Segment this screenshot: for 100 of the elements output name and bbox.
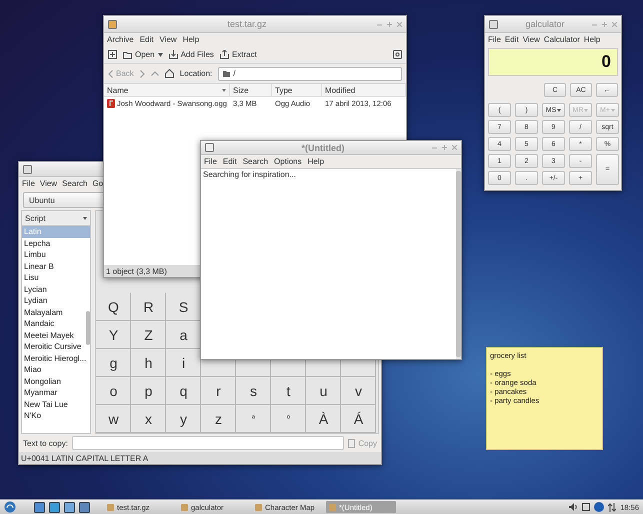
column-header[interactable]: Type — [272, 84, 322, 96]
menu-item[interactable]: Go — [92, 179, 104, 188]
character-cell[interactable]: a — [166, 321, 201, 348]
script-item[interactable]: Meroitic Hierogl... — [22, 352, 90, 364]
character-cell[interactable]: ª — [236, 405, 271, 432]
menu-item[interactable]: View — [40, 179, 58, 188]
character-cell[interactable]: o — [96, 377, 131, 404]
script-item[interactable]: Miao — [22, 364, 90, 376]
script-item[interactable]: Limbu — [22, 249, 90, 260]
folder-icon — [223, 70, 230, 76]
chevron-right-icon[interactable] — [140, 70, 145, 78]
column-header[interactable]: Size — [230, 84, 272, 96]
character-cell[interactable]: À — [306, 405, 341, 432]
maximize-icon[interactable] — [387, 22, 392, 26]
character-cell[interactable]: p — [131, 377, 166, 404]
column-header[interactable]: Modified — [322, 84, 406, 96]
menu-item[interactable]: View — [522, 35, 540, 44]
character-cell[interactable]: Q — [96, 293, 131, 320]
menu-item[interactable]: Edit — [140, 35, 154, 44]
character-cell[interactable]: z — [201, 405, 236, 432]
add-files-button[interactable]: Add Files — [168, 50, 214, 59]
minimize-icon[interactable] — [432, 145, 437, 150]
launcher-icon[interactable] — [64, 502, 75, 512]
tray-down-icon — [168, 50, 178, 59]
text-to-copy-field[interactable] — [72, 436, 344, 450]
character-cell[interactable]: Á — [341, 405, 376, 432]
minimize-icon[interactable] — [592, 22, 597, 26]
character-cell[interactable]: r — [201, 377, 236, 404]
script-dropdown[interactable]: Script — [22, 211, 90, 226]
script-item[interactable]: Meetei Mayek — [22, 330, 90, 341]
menu-item[interactable]: Help — [182, 35, 200, 44]
window-title: galculator — [524, 19, 566, 29]
menu-item[interactable]: Calculator — [544, 35, 580, 44]
volume-icon[interactable] — [569, 503, 578, 511]
minimize-icon[interactable] — [377, 22, 382, 26]
scrollbar-thumb[interactable] — [456, 171, 461, 357]
font-dropdown[interactable]: Ubuntu — [23, 192, 105, 208]
character-cell[interactable]: u — [306, 377, 341, 404]
character-cell[interactable]: R — [131, 293, 166, 320]
character-cell[interactable]: w — [96, 405, 131, 432]
column-header[interactable]: Name — [104, 84, 230, 96]
home-icon[interactable] — [164, 69, 174, 78]
close-icon[interactable] — [612, 22, 617, 26]
launcher-icon[interactable] — [34, 502, 45, 512]
character-cell[interactable]: y — [166, 405, 201, 432]
start-menu-icon[interactable] — [4, 501, 16, 513]
character-cell[interactable]: x — [131, 405, 166, 432]
character-cell[interactable]: v — [341, 377, 376, 404]
menu-item[interactable]: File — [22, 179, 35, 188]
character-cell[interactable]: h — [131, 349, 166, 376]
character-cell[interactable]: º — [271, 405, 306, 432]
scrollbar-thumb[interactable] — [86, 311, 90, 345]
chevron-up-icon[interactable] — [150, 71, 159, 76]
character-cell[interactable]: S — [166, 293, 201, 320]
character-cell[interactable]: i — [166, 349, 201, 376]
script-item[interactable]: Malayalam — [22, 306, 90, 318]
close-icon[interactable] — [452, 145, 457, 150]
launcher-icon[interactable] — [79, 502, 90, 512]
network-icon[interactable] — [608, 502, 616, 512]
character-cell[interactable]: t — [271, 377, 306, 404]
menu-item[interactable]: Edit — [222, 157, 237, 166]
folder-icon — [123, 50, 132, 59]
script-item[interactable]: Mongolian — [22, 376, 90, 387]
maximize-icon[interactable] — [602, 22, 607, 26]
menu-item[interactable]: Options — [274, 157, 302, 166]
script-item[interactable]: Lisu — [22, 272, 90, 284]
maximize-icon[interactable] — [442, 145, 447, 150]
menu-item[interactable]: Edit — [504, 35, 519, 44]
script-item[interactable]: Mandaic — [22, 318, 90, 330]
script-item[interactable]: N'Ko — [22, 410, 90, 422]
script-item[interactable]: Linear B — [22, 260, 90, 272]
script-item[interactable]: New Tai Lue — [22, 398, 90, 410]
tray-icon[interactable] — [582, 503, 590, 511]
menu-item[interactable]: File — [488, 35, 501, 44]
menu-item[interactable]: Search — [62, 179, 88, 188]
extract-button[interactable]: Extract — [220, 50, 257, 59]
script-item[interactable]: Lydian — [22, 295, 90, 306]
close-icon[interactable] — [397, 22, 402, 26]
menu-item[interactable]: Search — [242, 157, 268, 166]
script-item[interactable]: Lepcha — [22, 238, 90, 249]
character-cell[interactable]: Y — [96, 321, 131, 348]
character-cell[interactable]: q — [166, 377, 201, 404]
new-icon[interactable] — [108, 50, 117, 59]
script-item[interactable]: Myanmar — [22, 387, 90, 398]
window-title: test.tar.gz — [226, 19, 268, 29]
menu-icon[interactable] — [393, 50, 402, 59]
location-field[interactable]: / — [218, 66, 402, 80]
status-bar: U+0041 LATIN CAPITAL LETTER A — [19, 452, 381, 464]
script-item[interactable]: Lycian — [22, 284, 90, 295]
menu-item[interactable]: Archive — [107, 35, 134, 44]
script-item[interactable]: Meroitic Cursive — [22, 341, 90, 352]
menu-item[interactable]: Help — [584, 35, 600, 44]
menu-item[interactable]: Help — [308, 157, 324, 166]
character-cell[interactable]: s — [236, 377, 271, 404]
launcher-icon[interactable] — [49, 502, 60, 512]
character-cell[interactable]: Z — [131, 321, 166, 348]
character-cell[interactable]: g — [96, 349, 131, 376]
menu-item[interactable]: File — [204, 157, 217, 166]
menu-item[interactable]: View — [159, 35, 177, 44]
open-button[interactable]: Open — [123, 50, 163, 59]
